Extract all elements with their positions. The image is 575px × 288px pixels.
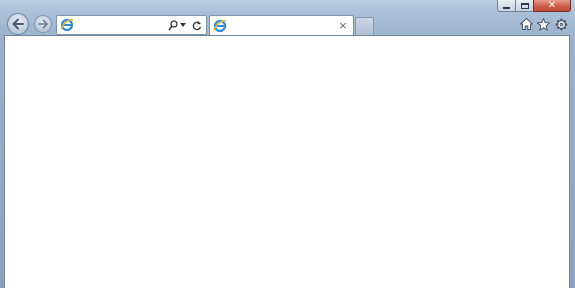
page-content[interactable]	[4, 35, 570, 288]
address-bar[interactable]	[56, 15, 207, 35]
new-tab-button[interactable]	[355, 17, 374, 36]
dropdown-arrow-icon[interactable]	[180, 23, 186, 27]
address-input[interactable]	[74, 17, 168, 33]
tab-close-icon[interactable]: ×	[337, 20, 349, 32]
caption-buttons: ✕	[497, 0, 571, 12]
home-icon[interactable]	[518, 16, 534, 32]
search-icon[interactable]	[168, 19, 178, 31]
ie-logo-icon	[213, 19, 227, 33]
forward-button[interactable]	[34, 15, 52, 33]
refresh-icon[interactable]	[192, 20, 202, 31]
minimize-icon	[503, 6, 510, 9]
tools-gear-icon[interactable]	[553, 16, 569, 32]
tab-active[interactable]: ×	[209, 15, 354, 36]
close-icon: ✕	[547, 0, 557, 11]
back-arrow-icon	[12, 18, 24, 30]
minimize-button[interactable]	[497, 0, 515, 12]
maximize-icon	[520, 2, 529, 9]
browser-window: ✕ ×	[0, 0, 575, 288]
favorites-star-icon[interactable]	[535, 16, 551, 32]
forward-arrow-icon	[38, 19, 48, 29]
address-tools	[168, 19, 206, 31]
close-button[interactable]: ✕	[533, 0, 571, 12]
maximize-button[interactable]	[515, 0, 533, 12]
back-button[interactable]	[7, 13, 29, 35]
ie-logo-icon	[60, 18, 74, 32]
